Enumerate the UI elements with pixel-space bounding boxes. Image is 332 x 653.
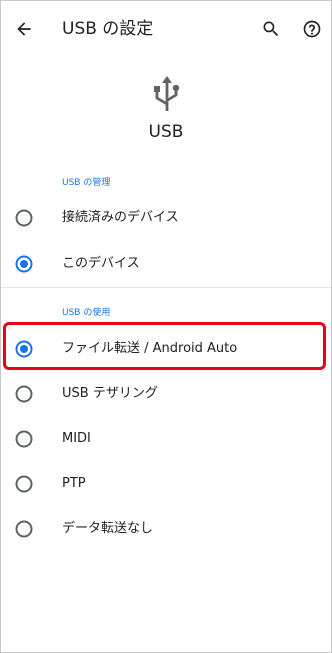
back-button[interactable] (4, 9, 44, 49)
help-icon (303, 20, 321, 38)
option-this-device[interactable]: このデバイス (1, 242, 331, 286)
option-no-data-transfer[interactable]: データ転送なし (1, 507, 331, 551)
option-ptp[interactable]: PTP (1, 462, 331, 506)
radio-unchecked-icon (15, 430, 33, 448)
radio-checked-icon (15, 340, 33, 358)
option-file-transfer[interactable]: ファイル転送 / Android Auto (1, 327, 331, 371)
section-header-usb-management: USB の管理 (62, 178, 111, 188)
radio-unchecked-icon (15, 209, 33, 227)
search-button[interactable] (251, 9, 291, 49)
option-label: PTP (62, 476, 86, 491)
radio-unchecked-icon (15, 520, 33, 538)
radio-checked-icon (15, 255, 33, 273)
option-usb-tethering[interactable]: USB テザリング (1, 372, 331, 416)
divider (1, 287, 331, 288)
option-label: 接続済みのデバイス (62, 210, 179, 225)
option-label: MIDI (62, 431, 91, 446)
option-midi[interactable]: MIDI (1, 417, 331, 461)
option-label: データ転送なし (62, 521, 154, 536)
usb-settings-screen: USB の設定 USB USB の管理 接続済みのデバイス このデバイス USB… (0, 0, 332, 653)
search-icon (263, 21, 279, 37)
radio-unchecked-icon (15, 385, 33, 403)
arrow-back-icon (17, 22, 31, 36)
option-connected-device[interactable]: 接続済みのデバイス (1, 196, 331, 240)
usb-heading: USB (148, 122, 184, 142)
section-header-usb-use: USB の使用 (62, 308, 111, 318)
app-bar: USB の設定 (1, 1, 331, 57)
usb-icon (154, 76, 180, 111)
option-label: このデバイス (62, 256, 140, 271)
page-title: USB の設定 (62, 19, 154, 39)
help-button[interactable] (292, 9, 331, 49)
option-label: ファイル転送 / Android Auto (62, 341, 238, 356)
option-label: USB テザリング (62, 386, 158, 401)
radio-unchecked-icon (15, 475, 33, 493)
